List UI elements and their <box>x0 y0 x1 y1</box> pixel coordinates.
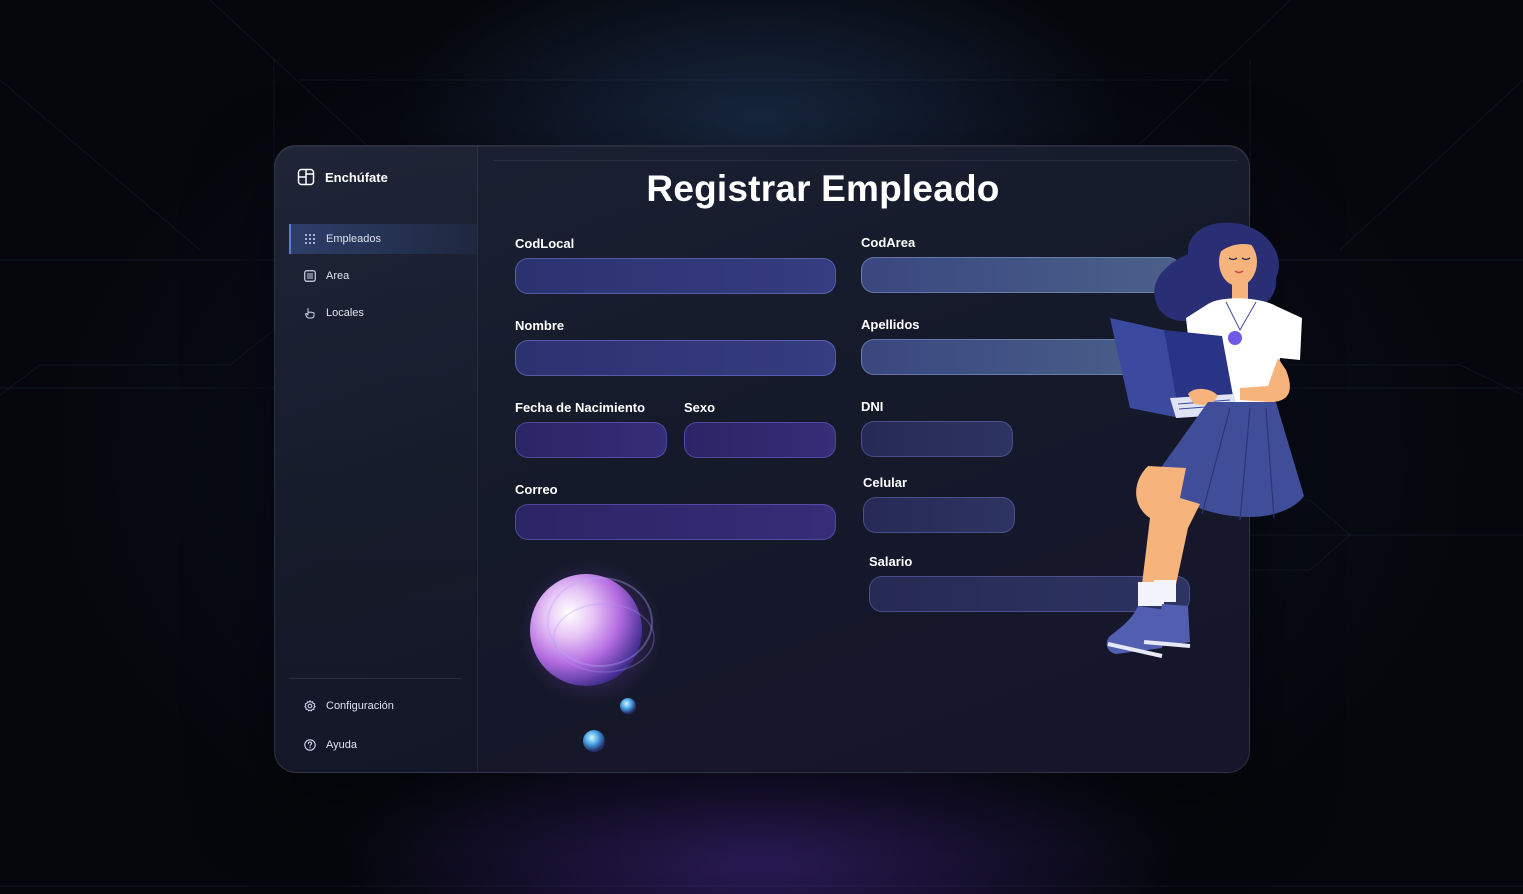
page-title: Registrar Empleado <box>646 168 1000 209</box>
sidebar-item-label: Empleados <box>326 233 382 245</box>
codarea-label: CodArea <box>861 235 916 250</box>
sidebar-item-ayuda[interactable]: Ayuda <box>289 730 477 760</box>
gear-icon <box>304 700 316 712</box>
sidebar-bottom-nav: Configuración Ayuda <box>289 691 477 769</box>
codlocal-input[interactable] <box>515 258 836 294</box>
fecha-nacimiento-label: Fecha de Nacimiento <box>515 400 646 415</box>
app-stage: Enchúfate Empleados Area Locales Configu… <box>0 0 1523 894</box>
salario-label: Salario <box>869 554 913 569</box>
sidebar-item-label: Ayuda <box>326 739 357 751</box>
brand-name: Enchúfate <box>325 169 388 185</box>
sidebar: Enchúfate Empleados Area Locales Configu… <box>275 146 478 772</box>
celular-label: Celular <box>863 475 908 490</box>
hand-pointer-icon <box>304 308 315 319</box>
sidebar-item-configuracion[interactable]: Configuración <box>289 691 477 721</box>
dni-label: DNI <box>861 399 884 414</box>
help-circle-icon <box>304 739 316 751</box>
nombre-input[interactable] <box>515 340 836 376</box>
sexo-label: Sexo <box>684 400 716 415</box>
list-icon <box>304 270 316 282</box>
codlocal-label: CodLocal <box>515 236 575 251</box>
dni-input[interactable] <box>861 421 1013 457</box>
sexo-input[interactable] <box>684 422 836 458</box>
person-laptop-illustration <box>1106 222 1304 658</box>
fecha-nacimiento-input[interactable] <box>515 422 667 458</box>
correo-label: Correo <box>515 482 558 497</box>
layout-grid-icon <box>297 168 315 186</box>
sidebar-item-empleados[interactable]: Empleados <box>289 224 477 254</box>
sidebar-item-area[interactable]: Area <box>289 261 477 291</box>
correo-input[interactable] <box>515 504 836 540</box>
sidebar-divider <box>289 678 461 679</box>
apellidos-label: Apellidos <box>861 317 920 332</box>
sidebar-item-label: Configuración <box>326 700 394 712</box>
sidebar-item-label: Locales <box>326 307 364 319</box>
celular-input[interactable] <box>863 497 1015 533</box>
grid-dots-icon <box>305 234 315 244</box>
header-divider <box>493 160 1237 161</box>
nombre-label: Nombre <box>515 318 565 333</box>
decorative-sphere <box>520 560 662 752</box>
sidebar-item-locales[interactable]: Locales <box>289 298 477 328</box>
brand[interactable]: Enchúfate <box>297 168 388 186</box>
sidebar-item-label: Area <box>326 270 350 282</box>
sidebar-nav: Empleados Area Locales <box>289 224 477 335</box>
